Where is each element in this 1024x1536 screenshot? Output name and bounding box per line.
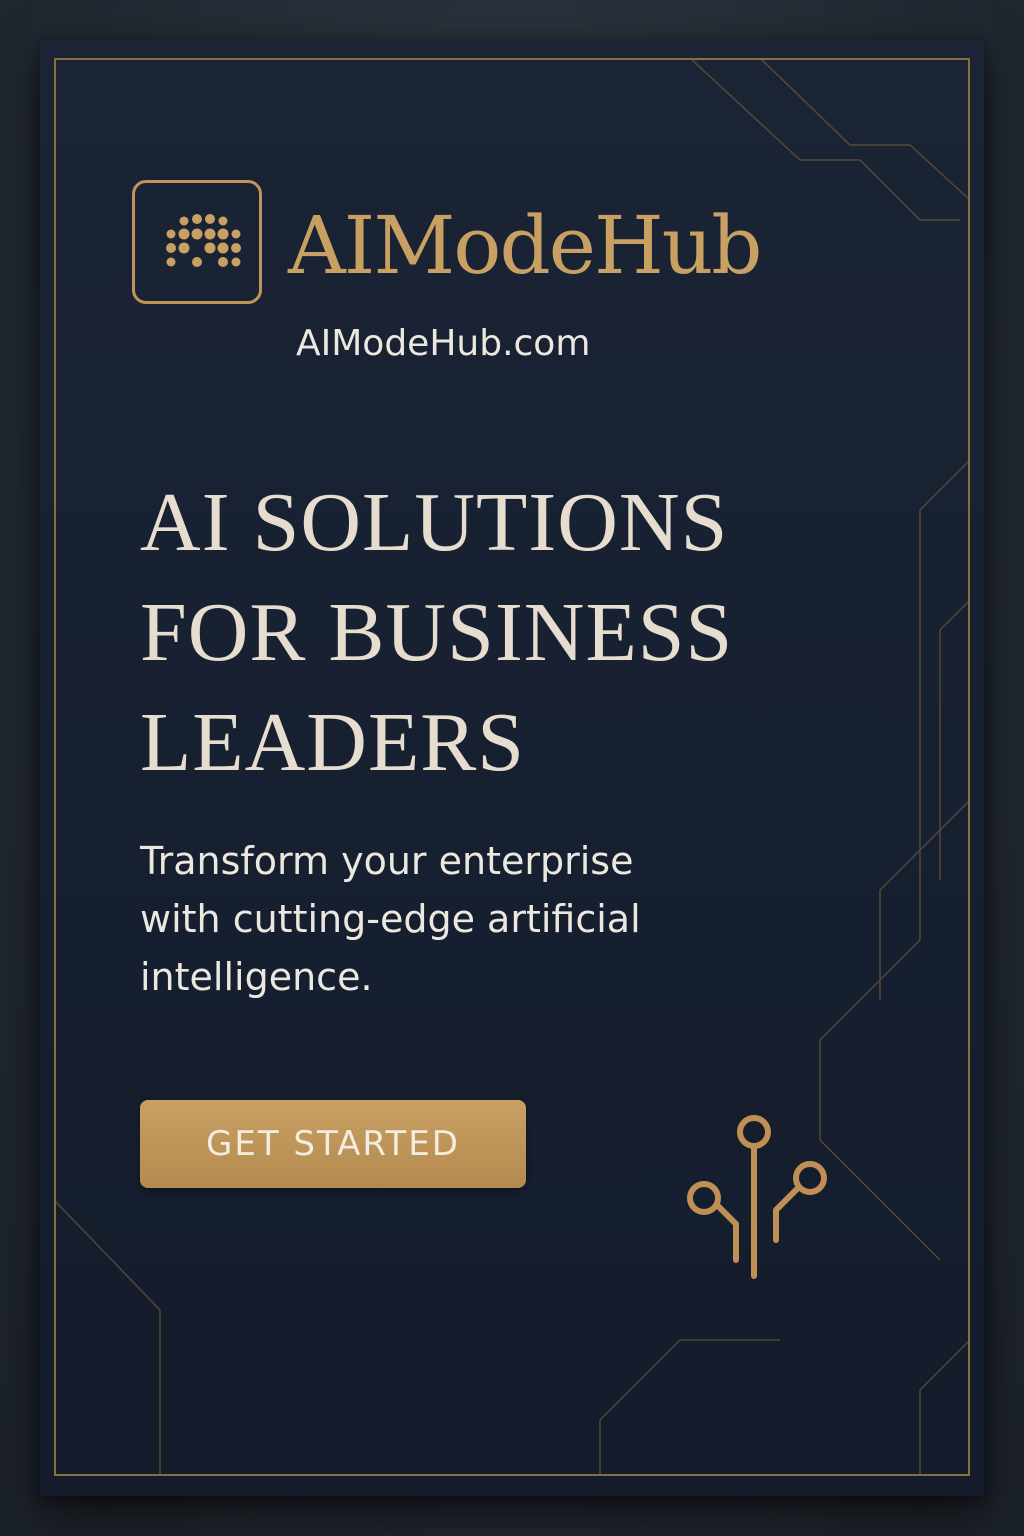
brand-name: AIModeHub	[288, 199, 763, 292]
headline-line: AI SOLUTIONS	[140, 476, 729, 569]
headline: AI SOLUTIONS FOR BUSINESS LEADERS	[140, 468, 900, 798]
subtext-line: Transform your enterprise	[140, 839, 634, 883]
dot-grid-logo-icon	[132, 180, 262, 304]
subtext: Transform your enterprise with cutting-e…	[140, 832, 740, 1006]
subtext-line: intelligence.	[140, 955, 373, 999]
headline-line: LEADERS	[140, 696, 525, 789]
brand-url[interactable]: AIModeHub.com	[296, 322, 590, 366]
headline-line: FOR BUSINESS	[140, 586, 734, 679]
circuit-nodes-icon	[687, 1115, 827, 1279]
subtext-line: with cutting-edge artificial	[140, 897, 641, 941]
get-started-button[interactable]: GET STARTED	[140, 1100, 526, 1188]
page: AIModeHub AIModeHub.com AI SOLUTIONS FOR…	[0, 0, 1024, 1536]
promo-card: AIModeHub AIModeHub.com AI SOLUTIONS FOR…	[40, 40, 984, 1496]
